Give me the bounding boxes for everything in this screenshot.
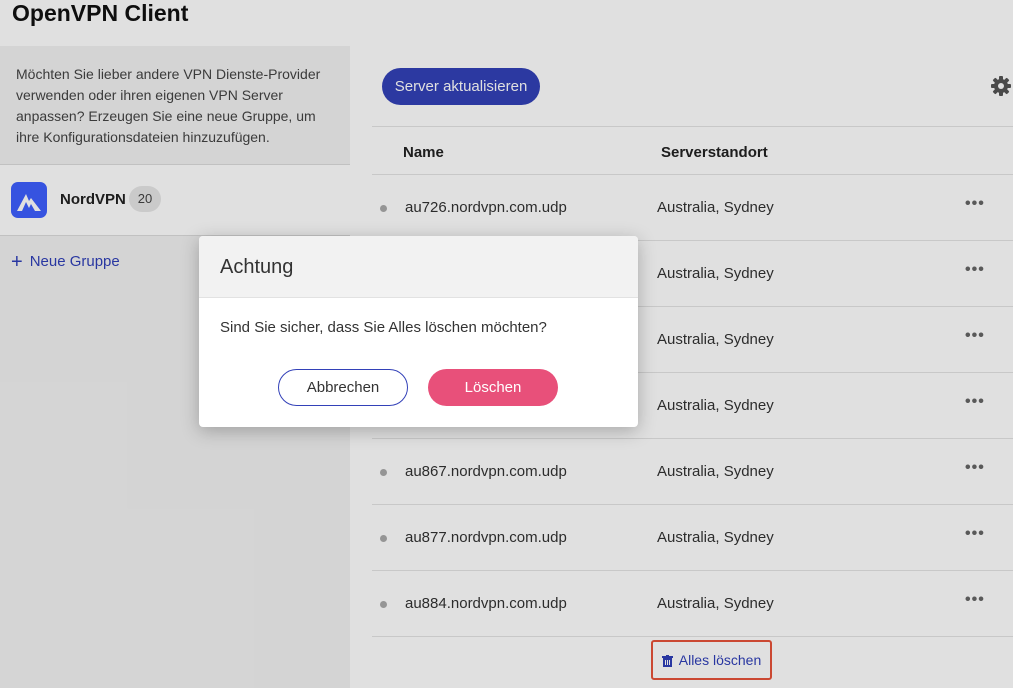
confirm-delete-button[interactable]: Löschen [428, 369, 558, 406]
cancel-button[interactable]: Abbrechen [278, 369, 408, 406]
dialog-message: Sind Sie sicher, dass Sie Alles löschen … [220, 319, 547, 336]
dialog-title: Achtung [199, 236, 638, 298]
confirm-dialog: Achtung Sind Sie sicher, dass Sie Alles … [199, 236, 638, 427]
